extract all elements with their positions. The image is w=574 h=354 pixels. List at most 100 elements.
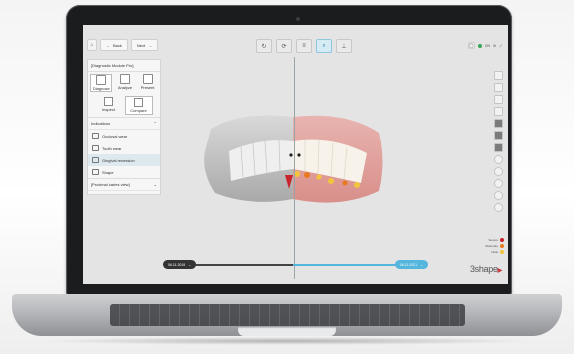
app-screen: ⌂ ← Back Next → ↻ ⟳ ≡ ⌕ ⊥ ▢ ON ⚙ ⤢ [Diagno… xyxy=(83,25,508,284)
indication-icon xyxy=(92,145,99,151)
view-toolbar: ↻ ⟳ ≡ ⌕ ⊥ xyxy=(256,39,352,53)
chevron-up-icon: ⌃ xyxy=(153,121,157,126)
legend-label: Severe xyxy=(488,238,498,242)
grid-icon[interactable] xyxy=(493,95,503,104)
analyze-icon xyxy=(119,74,130,84)
panel-title: [Diagnostic Module Pro] xyxy=(88,60,160,72)
back-view-icon[interactable] xyxy=(493,203,503,212)
severity-legend: Severe Moderate Initial xyxy=(485,238,504,254)
compare-split-handle[interactable] xyxy=(294,57,295,279)
window-icon[interactable]: ▢ xyxy=(467,42,475,49)
logo-text: 3shape xyxy=(469,264,498,274)
brand-logo: 3shape▶ xyxy=(470,264,502,274)
present-icon xyxy=(142,74,153,84)
item-label: Tooth wear xyxy=(102,145,122,151)
list-item-shape[interactable]: Shape xyxy=(88,166,160,178)
home-icon[interactable]: ⌂ xyxy=(87,39,97,51)
item-label: Shape xyxy=(102,169,114,175)
laptop-keyboard xyxy=(110,304,465,326)
back-label: Back xyxy=(113,42,122,48)
compare-icon xyxy=(134,98,143,107)
dropdown-label: [Proximal caries view] xyxy=(91,182,130,187)
next-arrow-icon: → xyxy=(148,42,153,48)
logo-mark-icon: ▶ xyxy=(497,268,503,274)
online-indicator-icon xyxy=(477,43,482,48)
layers-icon[interactable] xyxy=(493,107,503,116)
expand-icon[interactable]: ⤢ xyxy=(499,44,502,48)
subtab-label: Compare xyxy=(130,108,147,113)
laptop-opening-notch xyxy=(238,327,336,336)
online-label: ON xyxy=(484,43,491,48)
screenshot-icon[interactable] xyxy=(493,83,503,92)
diagnostic-panel: [Diagnostic Module Pro] Diagnose Analyze… xyxy=(87,59,161,195)
webcam xyxy=(296,17,300,21)
subtab-compare[interactable]: Compare xyxy=(124,96,153,115)
back-button[interactable]: ← Back xyxy=(100,39,128,51)
chevron-down-icon[interactable] xyxy=(493,167,503,176)
list-item-occlusal-wear[interactable]: Occlusal wear xyxy=(88,130,160,142)
legend-label: Moderate xyxy=(485,244,498,248)
panel-tabs: Diagnose Analyze Present xyxy=(88,72,160,94)
timeline-track-active xyxy=(293,264,408,266)
section-title: Indications xyxy=(91,121,111,126)
legend-label: Initial xyxy=(490,250,498,254)
ruler-icon: ⊥ xyxy=(341,43,347,50)
layers-button[interactable]: ≡ xyxy=(296,39,312,53)
subtab-inspect[interactable]: Inspect xyxy=(96,96,122,115)
measure-tool-button[interactable]: ⊥ xyxy=(336,39,352,53)
timeline-right-date-button[interactable]: 06.11.2021 ⌄ xyxy=(394,260,428,269)
list-item-tooth-wear[interactable]: Tooth wear xyxy=(88,142,160,154)
legend-item: Severe xyxy=(488,238,504,242)
diagnose-icon xyxy=(96,75,107,85)
tab-label: Present xyxy=(140,85,155,90)
tab-diagnose[interactable]: Diagnose xyxy=(90,74,113,92)
panel-subtabs: Inspect Compare xyxy=(88,94,160,118)
lower-jaw-icon[interactable] xyxy=(493,131,503,140)
right-date: 06.11.2021 xyxy=(399,262,418,267)
chevron-down-icon: ⌄ xyxy=(420,262,423,267)
legend-item: Initial xyxy=(491,250,504,254)
status-area: ▢ ON ⚙ ⤢ xyxy=(467,42,502,49)
laptop-shadow xyxy=(40,337,534,345)
magnifier-icon: ⌕ xyxy=(322,42,326,49)
subtab-label: Inspect xyxy=(102,107,115,112)
occlusal-view-icon[interactable] xyxy=(493,155,503,164)
settings-icon[interactable]: ⚙ xyxy=(493,44,496,48)
right-toolbar xyxy=(493,71,503,212)
next-button[interactable]: Next → xyxy=(130,39,159,51)
legend-item: Moderate xyxy=(485,244,504,248)
next-label: Next xyxy=(136,42,146,48)
layers-icon: ≡ xyxy=(302,43,306,49)
zoom-tool-button[interactable]: ⌕ xyxy=(316,39,332,53)
top-navigation: ⌂ ← Back Next → xyxy=(87,39,159,51)
chevron-down-icon: ⌄ xyxy=(188,262,192,267)
both-jaws-icon[interactable] xyxy=(493,143,503,152)
refresh-icon: ⟳ xyxy=(281,43,287,50)
indication-icon xyxy=(92,169,99,175)
rotate-tool-button[interactable]: ↻ xyxy=(256,39,272,53)
upper-jaw-icon[interactable] xyxy=(493,119,503,128)
proximal-caries-dropdown[interactable]: [Proximal caries view] ⌄ xyxy=(88,178,160,191)
tab-analyze[interactable]: Analyze xyxy=(115,74,135,92)
tab-present[interactable]: Present xyxy=(138,74,158,92)
inspect-icon xyxy=(104,97,113,106)
back-arrow-icon: ← xyxy=(106,42,110,48)
legend-swatch xyxy=(500,244,504,248)
camera-icon[interactable] xyxy=(493,71,503,80)
item-label: Occlusal wear xyxy=(102,133,128,139)
tab-label: Analyze xyxy=(117,85,133,90)
item-label: Gingival recession xyxy=(102,157,135,163)
list-item-gingival-recession[interactable]: Gingival recession xyxy=(88,154,160,166)
legend-swatch xyxy=(500,238,504,242)
front-view-icon[interactable] xyxy=(493,179,503,188)
timeline: 06.11.2019 ⌄ 06.11.2021 ⌄ xyxy=(163,260,428,270)
side-view-icon[interactable] xyxy=(493,191,503,200)
indication-icon xyxy=(92,157,99,163)
indications-header[interactable]: Indications ⌃ xyxy=(88,118,160,130)
timeline-left-date-button[interactable]: 06.11.2019 ⌄ xyxy=(163,260,197,269)
reset-view-button[interactable]: ⟳ xyxy=(276,39,292,53)
rotate-icon: ↻ xyxy=(261,43,267,50)
legend-swatch xyxy=(500,250,504,254)
indication-icon xyxy=(92,133,99,139)
chevron-down-icon: ⌄ xyxy=(153,182,157,187)
